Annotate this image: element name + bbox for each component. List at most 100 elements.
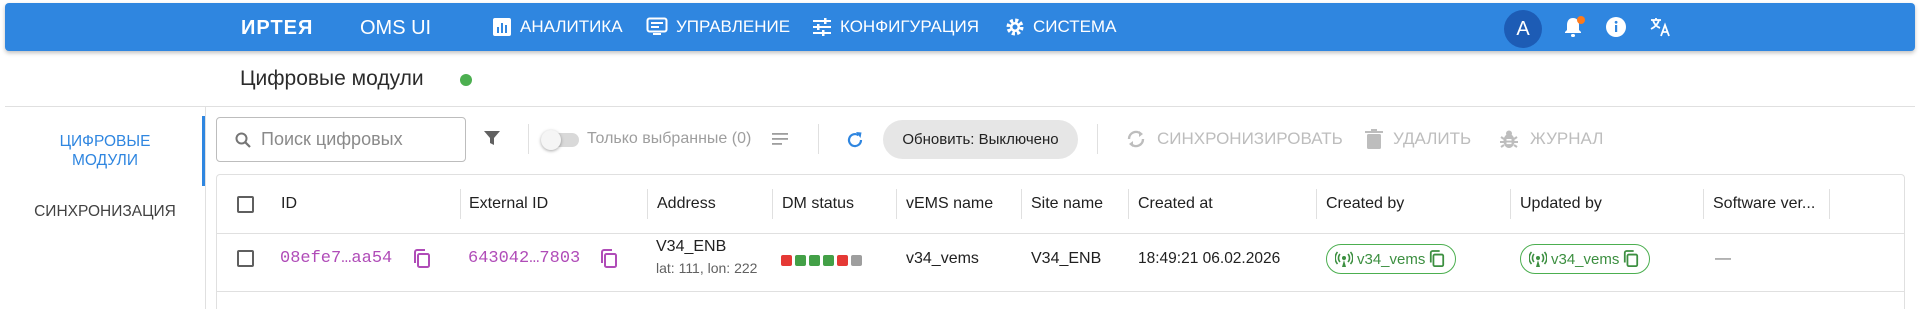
language-button[interactable] bbox=[1648, 14, 1674, 40]
journal-button[interactable]: ЖУРНАЛ bbox=[1498, 116, 1603, 162]
nav-configuration[interactable]: КОНФИГУРАЦИЯ bbox=[812, 3, 979, 51]
created-by-chip[interactable]: v34_vems bbox=[1326, 244, 1457, 274]
copy-icon bbox=[414, 249, 430, 268]
status-indicator bbox=[460, 74, 472, 86]
list-icon bbox=[772, 133, 788, 145]
row-site-name: V34_ENB bbox=[1031, 250, 1102, 267]
nav-configuration-label: КОНФИГУРАЦИЯ bbox=[840, 17, 979, 36]
row-address-coords: lat: 111, lon: 222 bbox=[656, 260, 758, 276]
header-divider bbox=[217, 233, 1904, 234]
dm-status-led bbox=[809, 255, 820, 266]
copy-icon bbox=[1430, 250, 1445, 267]
refresh-icon bbox=[847, 132, 863, 148]
sync-button[interactable]: СИНХРОНИЗИРОВАТЬ bbox=[1125, 116, 1343, 162]
row-divider bbox=[217, 291, 1904, 292]
row-vems-name: v34_vems bbox=[906, 250, 979, 267]
row-external-id[interactable]: 643042…7803 bbox=[468, 249, 580, 268]
column-separator[interactable] bbox=[1128, 189, 1129, 219]
sync-icon bbox=[1127, 130, 1145, 148]
search-field[interactable] bbox=[216, 117, 466, 162]
data-table: ID External ID Address DM status vEMS na… bbox=[216, 174, 1905, 309]
sync-button-label: СИНХРОНИЗИРОВАТЬ bbox=[1157, 129, 1343, 148]
nav-system-label: СИСТЕМА bbox=[1033, 17, 1117, 36]
column-separator[interactable] bbox=[1510, 189, 1511, 219]
column-separator[interactable] bbox=[1316, 189, 1317, 219]
copy-id-button[interactable] bbox=[413, 249, 431, 274]
sidebar: ЦИФРОВЫЕ МОДУЛИ СИНХРОНИЗАЦИЯ bbox=[0, 107, 205, 309]
nav-management[interactable]: УПРАВЛЕНИЕ bbox=[646, 3, 790, 51]
delete-button-label: УДАЛИТЬ bbox=[1393, 129, 1472, 148]
nav-management-label: УПРАВЛЕНИЕ bbox=[676, 17, 791, 36]
antenna-icon bbox=[1529, 251, 1547, 267]
column-header-created-by[interactable]: Created by bbox=[1326, 175, 1404, 233]
search-icon bbox=[235, 132, 251, 148]
journal-button-label: ЖУРНАЛ bbox=[1530, 129, 1604, 148]
dm-status-led bbox=[823, 255, 834, 266]
column-separator[interactable] bbox=[1021, 189, 1022, 219]
column-header-dm-status[interactable]: DM status bbox=[782, 175, 854, 233]
copy-icon bbox=[601, 249, 617, 268]
selected-list-button[interactable] bbox=[772, 132, 790, 151]
refresh-button[interactable] bbox=[845, 130, 865, 155]
page-title: Цифровые модули bbox=[240, 67, 424, 90]
column-separator[interactable] bbox=[460, 189, 461, 219]
filter-button[interactable] bbox=[482, 128, 502, 153]
row-created-at: 18:49:21 06.02.2026 bbox=[1138, 250, 1281, 267]
row-id[interactable]: 08efe7…aa54 bbox=[280, 249, 392, 268]
toolbar-divider bbox=[1097, 124, 1098, 154]
dm-status-led bbox=[837, 255, 848, 266]
notifications-button[interactable] bbox=[1560, 14, 1586, 40]
trash-icon bbox=[1365, 129, 1383, 149]
column-header-address[interactable]: Address bbox=[657, 175, 716, 233]
row-software-version: — bbox=[1715, 250, 1731, 267]
column-header-vems-name[interactable]: vEMS name bbox=[906, 175, 993, 233]
avatar[interactable]: A bbox=[1504, 10, 1542, 48]
column-separator[interactable] bbox=[1829, 189, 1830, 219]
translate-icon bbox=[1650, 18, 1670, 37]
column-header-created-at[interactable]: Created at bbox=[1138, 175, 1213, 233]
updated-by-chip[interactable]: v34_vems bbox=[1520, 244, 1651, 274]
column-header-updated-by[interactable]: Updated by bbox=[1520, 175, 1602, 233]
copy-icon bbox=[1624, 250, 1639, 267]
column-separator[interactable] bbox=[1703, 189, 1704, 219]
only-selected-label: Только выбранные (0) bbox=[587, 130, 752, 147]
column-separator[interactable] bbox=[772, 189, 773, 219]
only-selected-toggle[interactable] bbox=[541, 130, 579, 150]
column-header-external-id[interactable]: External ID bbox=[469, 175, 548, 233]
toolbar-divider bbox=[818, 124, 819, 154]
notification-badge bbox=[1577, 16, 1585, 24]
sidebar-item-label: МОДУЛИ bbox=[72, 152, 138, 169]
info-icon bbox=[1606, 17, 1626, 37]
row-address: V34_ENB bbox=[656, 238, 727, 255]
brand-logo[interactable]: ИРТЕЯ bbox=[241, 17, 313, 40]
created-by-label: v34_vems bbox=[1357, 250, 1426, 268]
sidebar-item-label: ЦИФРОВЫЕ bbox=[59, 133, 151, 150]
nav-analytics[interactable]: АНАЛИТИКА bbox=[492, 3, 623, 51]
updated-by-label: v34_vems bbox=[1551, 250, 1620, 268]
sidebar-item-digital-modules[interactable]: ЦИФРОВЫЕ МОДУЛИ bbox=[5, 132, 205, 170]
dm-status-led bbox=[851, 255, 862, 266]
info-button[interactable] bbox=[1603, 14, 1629, 40]
column-header-id[interactable]: ID bbox=[281, 175, 297, 233]
auto-refresh-button[interactable]: Обновить: Выключено bbox=[883, 120, 1078, 159]
column-header-site-name[interactable]: Site name bbox=[1031, 175, 1103, 233]
bar-chart-icon bbox=[493, 18, 511, 36]
select-all-checkbox[interactable] bbox=[237, 196, 254, 213]
sidebar-item-sync[interactable]: СИНХРОНИЗАЦИЯ bbox=[5, 203, 205, 221]
column-separator[interactable] bbox=[896, 189, 897, 219]
antenna-icon bbox=[1335, 251, 1353, 267]
dm-status-indicators bbox=[781, 253, 865, 271]
search-input[interactable] bbox=[261, 129, 446, 150]
column-separator[interactable] bbox=[647, 189, 648, 219]
gear-icon bbox=[1006, 18, 1024, 36]
dm-status-led bbox=[781, 255, 792, 266]
dm-status-led bbox=[795, 255, 806, 266]
product-name: OMS UI bbox=[360, 17, 432, 39]
delete-button[interactable]: УДАЛИТЬ bbox=[1365, 116, 1471, 162]
divider bbox=[5, 106, 1915, 107]
copy-external-id-button[interactable] bbox=[600, 249, 618, 274]
nav-system[interactable]: СИСТЕМА bbox=[1005, 3, 1116, 51]
filter-icon bbox=[484, 131, 500, 145]
column-header-software-version[interactable]: Software ver... bbox=[1713, 175, 1815, 233]
row-checkbox[interactable] bbox=[237, 250, 254, 267]
